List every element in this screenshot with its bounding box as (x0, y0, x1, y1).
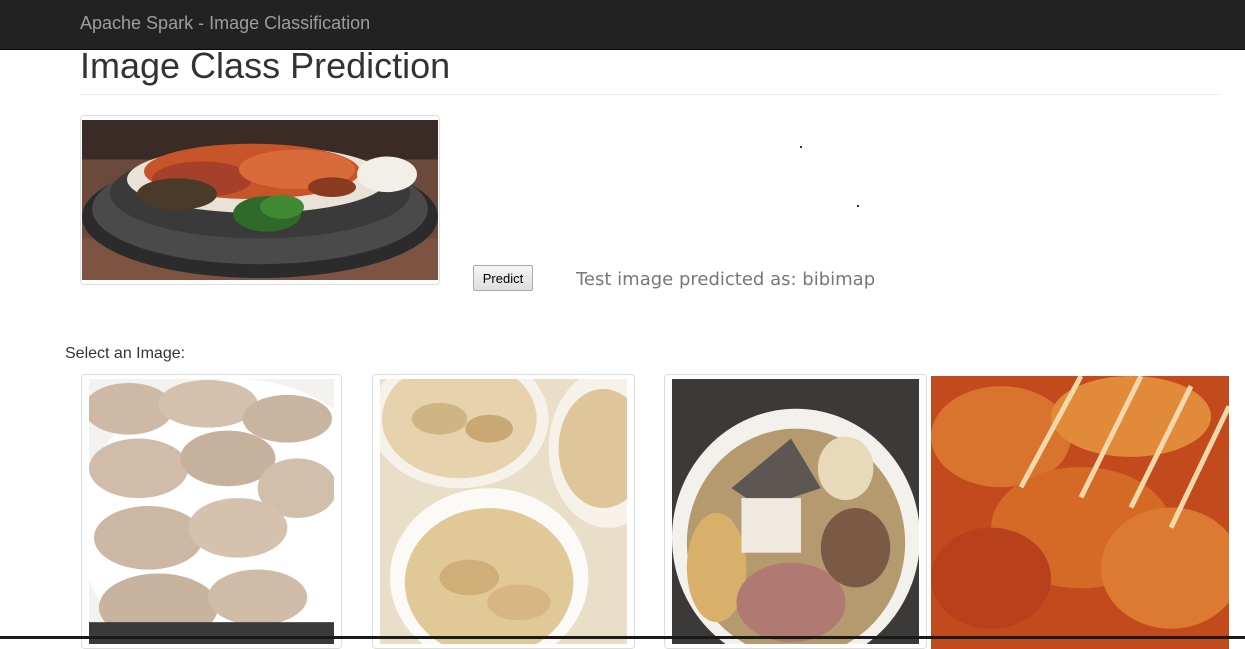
gallery-image-fish-cake[interactable] (931, 374, 1229, 649)
page-title: Image Class Prediction (80, 45, 451, 86)
predict-button[interactable]: Predict (473, 265, 533, 291)
stray-dot (800, 146, 802, 148)
gallery-image-dumplings[interactable] (81, 374, 342, 649)
select-image-label: Select an Image: (65, 345, 186, 362)
navbar-brand[interactable]: Apache Spark - Image Classification (80, 13, 370, 33)
fried-dumplings-photo (380, 379, 627, 644)
prediction-prefix: Test image predicted as: (576, 269, 797, 290)
dumplings-photo (89, 379, 334, 644)
title-divider (80, 94, 1220, 95)
prediction-result: Test image predicted as: bibimap (576, 268, 875, 292)
oden-photo (672, 379, 919, 644)
navbar: Apache Spark - Image Classification (0, 0, 1245, 50)
prediction-class: bibimap (802, 269, 876, 290)
gallery-image-oden[interactable] (664, 374, 927, 649)
fish-cake-skewers-photo (931, 376, 1229, 649)
selected-test-image (80, 115, 440, 285)
gallery-image-fried-dumplings[interactable] (372, 374, 635, 649)
stray-dot (857, 205, 859, 207)
bibimbap-photo (82, 120, 438, 280)
